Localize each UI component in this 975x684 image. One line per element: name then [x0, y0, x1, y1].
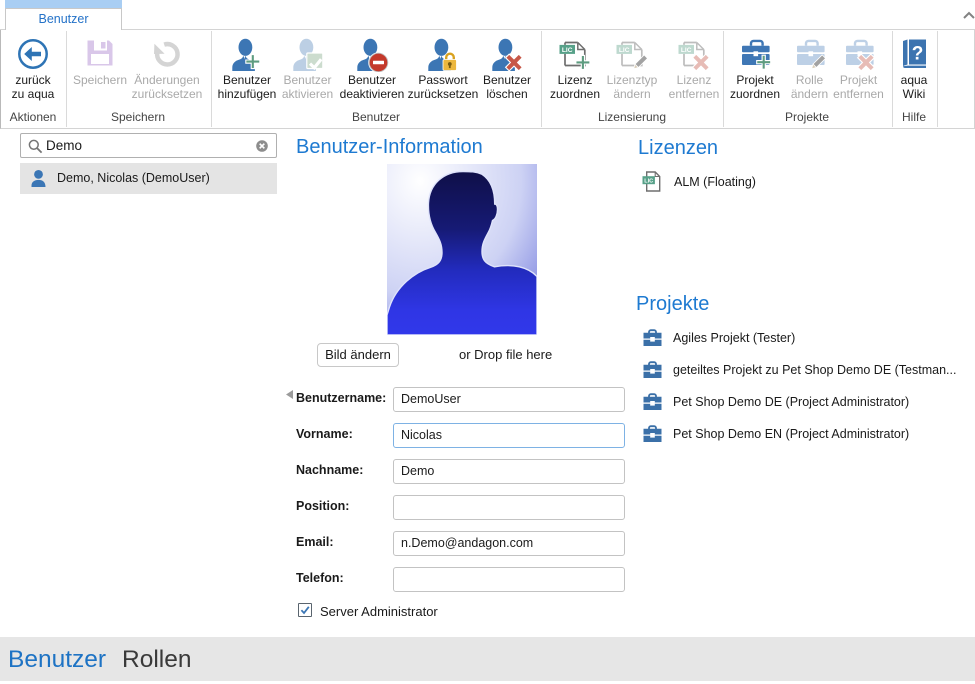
svg-text:LIC: LIC	[619, 47, 630, 54]
svg-text:LIC: LIC	[681, 47, 692, 54]
svg-text:LIC: LIC	[562, 47, 573, 54]
svg-text:LIC: LIC	[644, 178, 653, 184]
svg-text:?: ?	[912, 44, 924, 65]
